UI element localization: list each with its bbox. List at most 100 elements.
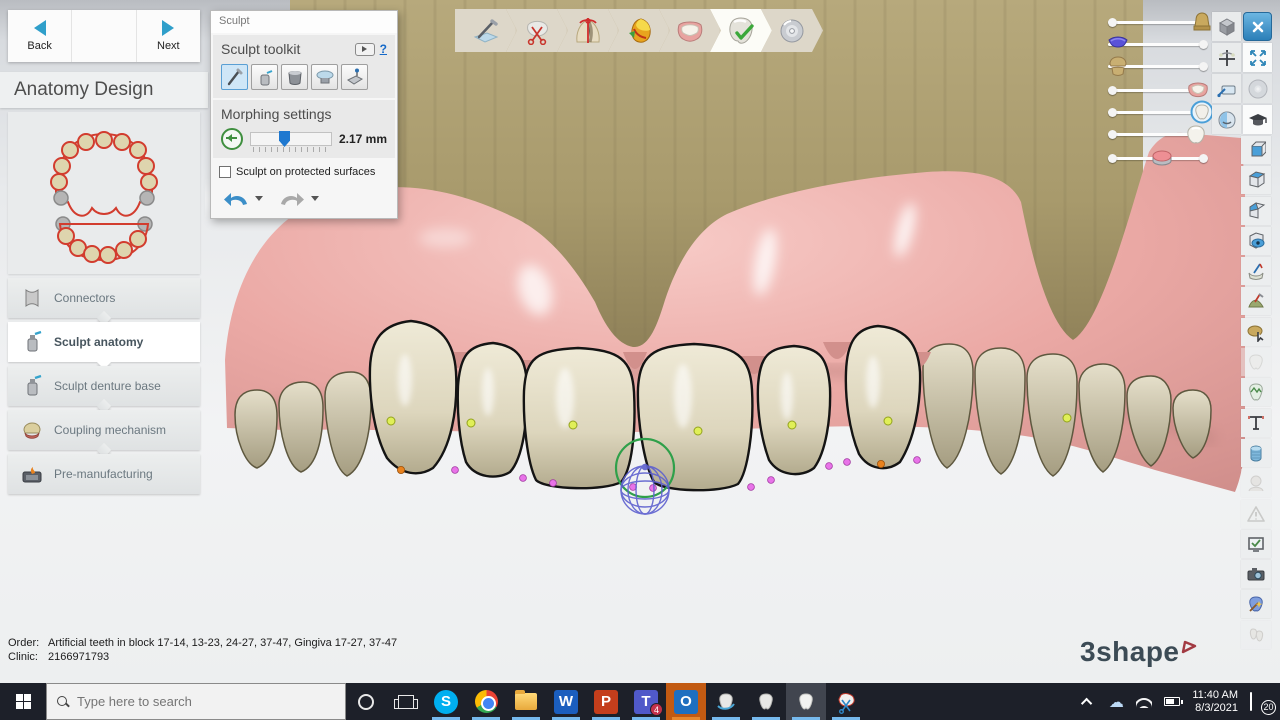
wifi-icon[interactable] <box>1136 694 1152 710</box>
warning-button[interactable] <box>1241 500 1271 528</box>
sculpt-panel-title[interactable]: Sculpt <box>211 11 397 33</box>
jaw-pair-icon[interactable] <box>1106 54 1130 78</box>
taskbar-app-teams[interactable]: T 4 <box>626 683 666 720</box>
view-cube-button[interactable] <box>1212 12 1241 41</box>
slider-teeth-visibility[interactable] <box>1108 123 1218 145</box>
task-view-button[interactable] <box>386 683 426 720</box>
taskbar-app-file-explorer[interactable] <box>506 683 546 720</box>
smooth-tool-button[interactable] <box>311 64 338 90</box>
wax-knife-tool-button[interactable] <box>221 64 248 90</box>
slider-handle[interactable] <box>279 131 290 147</box>
tooth-ring-icon[interactable] <box>1190 100 1214 124</box>
compare-teeth-button[interactable] <box>1241 621 1271 649</box>
sidebar-item-sculpt-anatomy[interactable]: Sculpt anatomy <box>8 322 200 362</box>
sidebar-item-connectors[interactable]: Connectors <box>8 278 200 318</box>
articulator-cross-button[interactable] <box>1212 43 1241 72</box>
sidebar-item-sculpt-denture-base[interactable]: Sculpt denture base <box>8 366 200 406</box>
protected-surfaces-checkbox[interactable] <box>219 166 231 178</box>
sidebar-item-label: Sculpt anatomy <box>54 335 143 349</box>
patient-face-button[interactable] <box>1241 469 1271 497</box>
search-input[interactable] <box>77 694 317 709</box>
taskbar-search[interactable] <box>46 683 346 720</box>
section-eye-button[interactable] <box>1241 227 1271 255</box>
teams-badge: 4 <box>650 703 663 716</box>
blue-scan-icon[interactable] <box>1106 32 1130 56</box>
remove-material-tool-button[interactable] <box>281 64 308 90</box>
texture-roller-button[interactable] <box>1241 439 1271 467</box>
tooth-insert-icon <box>624 17 654 45</box>
undo-history-dropdown[interactable] <box>255 196 263 205</box>
arch-overview-thumbnail[interactable] <box>8 112 200 274</box>
pink-disc-icon[interactable] <box>1150 146 1174 170</box>
workflow-step-order[interactable] <box>455 9 517 52</box>
onedrive-cloud-icon[interactable]: ☁ <box>1108 694 1124 710</box>
articulator-cross-icon <box>1216 47 1238 69</box>
learning-cap-button[interactable] <box>1243 105 1272 134</box>
tooth-ghost-button[interactable] <box>1241 348 1271 376</box>
start-button[interactable] <box>0 683 46 720</box>
preview-monitor-button[interactable] <box>1241 530 1271 558</box>
view-top-button[interactable] <box>1241 166 1271 194</box>
redo-icon[interactable] <box>279 188 305 208</box>
texture-roller-icon <box>1246 443 1266 463</box>
sidebar-item-coupling-mechanism[interactable]: Coupling mechanism <box>8 410 200 450</box>
taskbar-app-skype[interactable]: S <box>426 683 466 720</box>
connector-icon <box>20 286 44 310</box>
snapshot-camera-button[interactable] <box>1241 560 1271 588</box>
back-button[interactable]: Back <box>8 10 72 62</box>
taskbar-app-outlook[interactable]: O <box>666 683 706 720</box>
morph-radius-slider[interactable] <box>250 132 332 146</box>
pick-surface-button[interactable] <box>1241 318 1271 346</box>
abutment-icon[interactable] <box>1190 10 1214 34</box>
next-button[interactable]: Next <box>137 10 200 62</box>
slider-abutment-visibility[interactable] <box>1108 11 1218 33</box>
sculpt-mound-pen-button[interactable] <box>1241 287 1271 315</box>
tooth-terrain-button[interactable] <box>1241 378 1271 406</box>
smile-window-button[interactable] <box>1212 105 1241 134</box>
add-material-tool-button[interactable] <box>251 64 278 90</box>
view-corner-button[interactable] <box>1241 197 1271 225</box>
slider-jaw-scan-visibility[interactable] <box>1108 55 1218 77</box>
taskbar-app-dental-2[interactable] <box>746 683 786 720</box>
close-button[interactable] <box>1243 12 1272 41</box>
sidebar-item-pre-manufacturing[interactable]: Pre-manufacturing <box>8 454 200 494</box>
video-help-icon[interactable] <box>355 43 375 56</box>
export-cd-button[interactable] <box>1243 74 1272 103</box>
taskbar-app-dental-1[interactable] <box>706 683 746 720</box>
slider-selected-tooth-visibility[interactable] <box>1108 101 1218 123</box>
cortana-button[interactable] <box>346 683 386 720</box>
help-link[interactable]: ? <box>380 42 387 56</box>
gingiva-arch-icon[interactable] <box>1186 78 1210 102</box>
taskbar-app-powerpoint[interactable]: P <box>586 683 626 720</box>
brand-logo: 3shape <box>1080 636 1200 668</box>
view-front-button[interactable] <box>1241 136 1271 164</box>
battery-icon[interactable] <box>1164 694 1180 710</box>
slider-material-disc-visibility[interactable] <box>1108 147 1218 169</box>
slider-scan-visibility[interactable] <box>1108 33 1218 55</box>
sculpt-mound-pen-icon <box>1246 291 1266 311</box>
screenshot-note-button[interactable] <box>1212 74 1241 103</box>
taskbar-clock[interactable]: 11:40 AM 8/3/2021 <box>1192 689 1238 715</box>
taskbar-app-word[interactable]: W <box>546 683 586 720</box>
zoom-fit-button[interactable] <box>1243 43 1272 72</box>
taskbar-app-dental-scissors[interactable] <box>826 683 866 720</box>
order-info: Order: Artificial teeth in block 17-14, … <box>8 637 397 665</box>
undo-icon[interactable] <box>223 188 249 208</box>
slider-gingiva-visibility[interactable] <box>1108 79 1218 101</box>
morph-plane-tool-button[interactable] <box>341 64 368 90</box>
tooth-magic-button[interactable] <box>1241 590 1271 618</box>
redo-history-dropdown[interactable] <box>311 196 319 205</box>
reset-radius-icon[interactable] <box>221 128 243 150</box>
annotate-text-button[interactable] <box>1241 409 1271 437</box>
morph-plane-icon <box>345 67 365 87</box>
wax-knife-icon <box>225 67 245 87</box>
taskbar-app-dental-3-active[interactable] <box>786 683 826 720</box>
wax-drop-icon <box>285 67 305 87</box>
notification-icon <box>1250 692 1252 711</box>
white-teeth-icon[interactable] <box>1184 122 1208 146</box>
sculpt-bowl-pen-button[interactable] <box>1241 257 1271 285</box>
taskbar-app-chrome[interactable] <box>466 683 506 720</box>
notification-button[interactable]: 20 <box>1250 693 1270 711</box>
chevron-up-icon[interactable] <box>1080 694 1096 710</box>
view-corner-icon <box>1246 201 1266 221</box>
